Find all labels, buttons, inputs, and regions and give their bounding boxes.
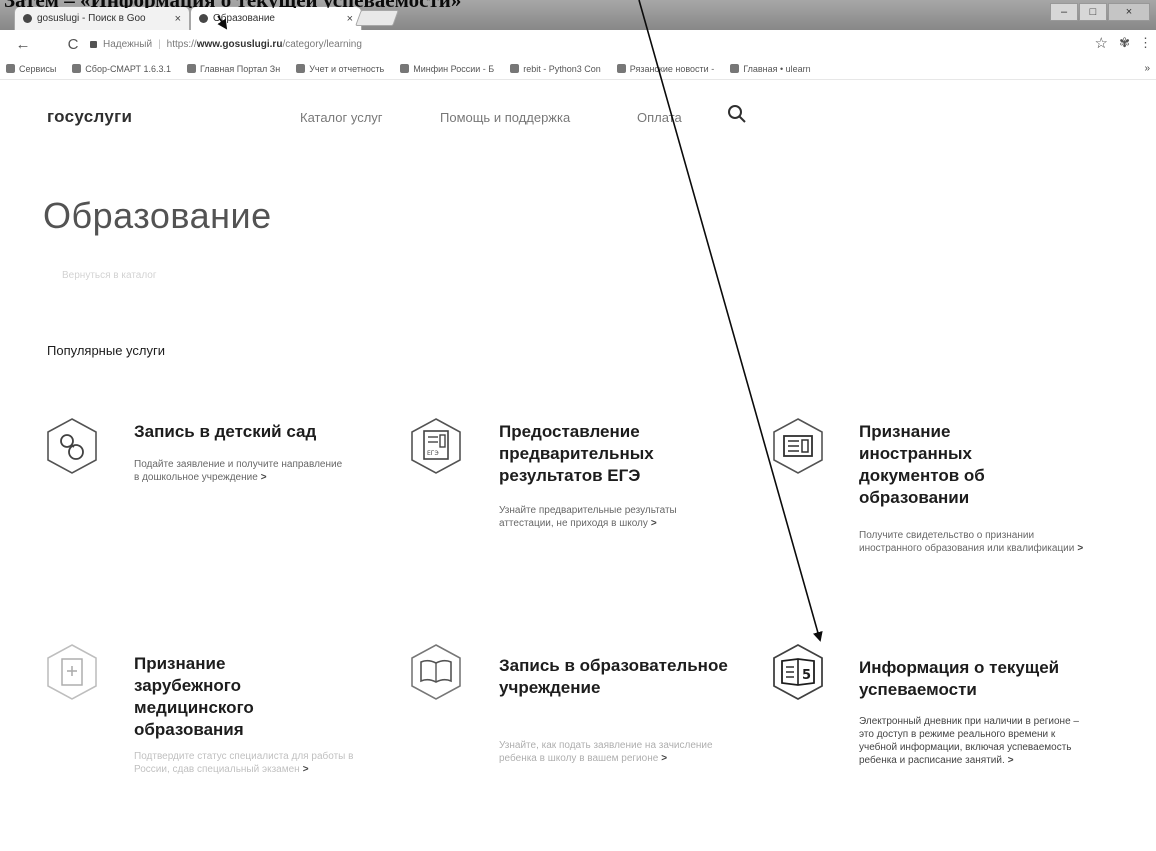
card-description: Подтвердите статус специалиста для работ… (134, 750, 354, 776)
back-to-catalog-link[interactable]: Вернуться в каталог (62, 270, 157, 281)
card-description: Электронный дневник при наличии в регион… (859, 715, 1094, 767)
chevron-right-icon[interactable]: > (261, 472, 267, 483)
nav-catalog-link[interactable]: Каталог услуг (300, 110, 383, 125)
card-description: Подайте заявление и получите направление… (134, 458, 344, 484)
bookmark-label: Сервисы (19, 63, 57, 74)
page-title: Образование (43, 195, 272, 236)
document-caption: Затем – «Информация о текущей успеваемос… (0, 0, 700, 8)
bookmark-star-icon[interactable]: ☆ (1095, 34, 1108, 52)
security-label: Надежный (103, 38, 153, 50)
tab-gosuslugi-search[interactable]: gosuslugi - Поиск в Goo × (14, 6, 190, 30)
new-tab-button[interactable] (355, 10, 399, 26)
tab-close-icon[interactable]: × (347, 13, 353, 25)
chevron-right-icon[interactable]: > (303, 764, 309, 775)
bookmark-favicon-icon (400, 64, 410, 73)
card-description: Узнайте предварительные результаты аттес… (499, 504, 729, 530)
bookmark-item[interactable]: Сервисы (6, 64, 56, 74)
bookmark-label: Рязанские новости - (629, 63, 715, 74)
annotation-arrow-card (638, 0, 823, 642)
card-title[interactable]: Запись в детский сад (134, 421, 354, 443)
apps-icon (6, 64, 15, 73)
card-description-text: Узнайте, как подать заявление на зачисле… (499, 740, 713, 764)
chevron-right-icon[interactable]: > (651, 518, 657, 529)
window-controls: – □ × (1050, 3, 1150, 21)
bookmark-favicon-icon (510, 64, 520, 73)
bookmark-item[interactable]: rebit - Python3 Con (510, 64, 601, 74)
bookmark-item[interactable]: Сбор-СМАРТ 1.6.3.1 (72, 64, 171, 74)
bookmark-label: Главная • ulearn (743, 63, 811, 74)
medical-document-icon (47, 644, 97, 700)
bookmark-item[interactable]: Учет и отчетность (296, 64, 384, 74)
bookmarks-more-button[interactable]: » (1144, 63, 1150, 74)
card-description-text: Подтвердите статус специалиста для работ… (134, 751, 354, 775)
site-logo[interactable]: госуслуги (47, 107, 132, 127)
card-description-text: Получите свидетельство о признании иност… (859, 530, 1075, 554)
gradebook-icon: 5 (773, 643, 823, 701)
card-title[interactable]: Предоставление предварительных результат… (499, 421, 749, 487)
bookmark-label: rebit - Python3 Con (523, 63, 601, 74)
nav-help-link[interactable]: Помощь и поддержка (440, 110, 570, 125)
bookmark-item[interactable]: Главная • ulearn (730, 63, 811, 74)
chevron-right-icon[interactable]: > (661, 753, 667, 764)
card-description: Получите свидетельство о признании иност… (859, 529, 1099, 555)
card-description-text: Электронный дневник при наличии в регион… (859, 716, 1079, 766)
url-scheme: https:// (166, 38, 197, 50)
nav-payment-link[interactable]: Оплата (637, 110, 682, 125)
browser-menu-icon[interactable]: ⋮ (1139, 35, 1152, 51)
bookmark-favicon-icon (616, 64, 626, 73)
tab-title: Образование (213, 13, 275, 24)
tab-title: gosuslugi - Поиск в Goo (37, 13, 146, 24)
bookmark-label: Сбор-СМАРТ 1.6.3.1 (85, 63, 171, 74)
bookmark-label: Учет и отчетность (309, 63, 385, 74)
divider: | (158, 38, 161, 50)
maximize-button[interactable]: □ (1079, 3, 1107, 21)
section-title: Популярные услуги (47, 343, 165, 358)
card-title[interactable]: Запись в образовательное учреждение (499, 655, 729, 699)
tab-education[interactable]: Образование × (190, 6, 362, 30)
bookmark-label: Главная Портал Зн (199, 63, 281, 74)
card-title[interactable]: Информация о текущей успеваемости (859, 657, 1109, 701)
pacifier-icon (47, 418, 97, 474)
gosuslugi-favicon-icon (199, 14, 208, 23)
url-field[interactable]: Надежный | https://www.gosuslugi.ru/cate… (90, 34, 1110, 54)
bookmark-favicon-icon (730, 64, 740, 73)
card-title[interactable]: Признание иностранных документов об обра… (859, 421, 1059, 509)
chevron-right-icon[interactable]: > (1008, 755, 1014, 766)
extension-icon[interactable]: ✾ (1119, 35, 1130, 51)
bookmark-item[interactable]: Главная Портал Зн (186, 63, 281, 74)
bookmark-favicon-icon (186, 64, 196, 73)
bookmark-item[interactable]: Рязанские новости - (616, 63, 715, 74)
google-favicon-icon (23, 14, 32, 23)
svg-text:ЕГЭ: ЕГЭ (427, 450, 439, 457)
card-description: Узнайте, как подать заявление на зачисле… (499, 739, 729, 765)
close-window-button[interactable]: × (1108, 3, 1150, 21)
url-host: www.gosuslugi.ru (196, 38, 283, 50)
url-path: /category/learning (282, 38, 362, 50)
lock-icon (90, 40, 97, 48)
bookmark-item[interactable]: Минфин России - Б (400, 64, 494, 74)
svg-text:5: 5 (802, 668, 811, 683)
address-bar-row: ← C Надежный | https://www.gosuslugi.ru/… (0, 30, 1156, 58)
bookmarks-bar: Сервисы Сбор-СМАРТ 1.6.3.1 Главная Порта… (0, 58, 1156, 80)
reload-button[interactable]: C (60, 36, 86, 53)
bookmark-favicon-icon (72, 64, 82, 73)
back-button[interactable]: ← (10, 36, 36, 53)
chevron-right-icon[interactable]: > (1077, 543, 1083, 554)
bookmark-label: Минфин России - Б (413, 63, 495, 74)
book-icon (411, 644, 461, 700)
bookmark-favicon-icon (296, 64, 306, 73)
ege-document-icon: ЕГЭ (411, 418, 461, 474)
diploma-icon (773, 418, 823, 474)
minimize-button[interactable]: – (1050, 3, 1078, 21)
card-title[interactable]: Признание зарубежного медицинского образ… (134, 653, 334, 741)
tab-close-icon[interactable]: × (175, 13, 181, 25)
card-description-text: Подайте заявление и получите направление… (134, 459, 343, 483)
search-icon[interactable] (727, 104, 747, 124)
